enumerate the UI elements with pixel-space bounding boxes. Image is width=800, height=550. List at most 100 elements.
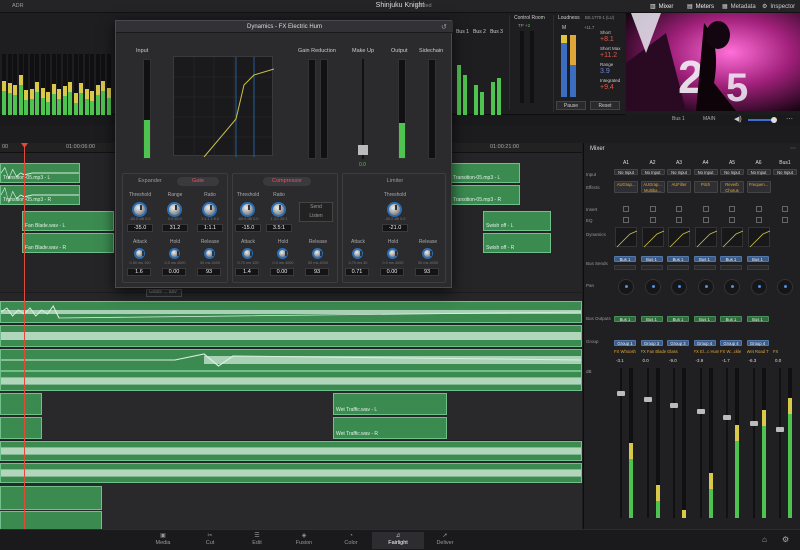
channel-group[interactable]: Group 4 — [693, 340, 716, 346]
clip-long-2[interactable] — [0, 325, 582, 347]
gate-attack-value[interactable]: 1.6 — [127, 268, 151, 276]
pause-button[interactable]: Pause — [556, 101, 586, 110]
limiter-threshold-value[interactable]: -21.0 — [382, 224, 408, 232]
expander-toggle[interactable]: Expander — [129, 177, 171, 186]
meters-tab[interactable]: ▤ Meters — [687, 2, 714, 11]
channel-dynamics-graph[interactable] — [721, 227, 744, 248]
limiter-release-knob[interactable] — [422, 248, 433, 259]
channel-bus-send[interactable]: Bus 1 — [614, 256, 636, 262]
page-fusion[interactable]: ◈ Fusion — [278, 532, 330, 549]
clip-transition-l[interactable]: Transition-05.mp3 - L — [0, 163, 80, 183]
channel-input-select[interactable]: No Input — [640, 169, 665, 175]
channel-insert-toggle[interactable] — [702, 206, 709, 212]
speaker-icon[interactable]: ◀) — [734, 115, 742, 123]
gate-threshold-value[interactable]: -35.0 — [127, 224, 153, 232]
metadata-tab[interactable]: ▦ Metadata — [722, 2, 756, 11]
gate-range-value[interactable]: 31.2 — [162, 224, 188, 232]
channel-bus-send-slot[interactable] — [667, 265, 689, 270]
channel-eq-toggle[interactable] — [676, 217, 682, 223]
comp-attack-knob[interactable] — [242, 248, 253, 259]
clip-wet-traffic-r[interactable]: Wet Traffic.wav - R — [333, 417, 447, 439]
channel-fader-track[interactable] — [699, 368, 702, 518]
channel-effects-slot[interactable]: AUGrap... Multiba... — [640, 181, 665, 193]
channel-fader-handle[interactable] — [696, 409, 705, 414]
gate-attack-knob[interactable] — [134, 248, 145, 259]
dynamics-window[interactable]: Dynamics - FX Electric Hum ↺ Input Gain … — [115, 20, 453, 288]
channel-bus-send-slot[interactable] — [614, 265, 636, 270]
channel-fader-handle[interactable] — [643, 397, 652, 402]
channel-fader-handle[interactable] — [617, 391, 625, 396]
limiter-threshold-knob[interactable] — [387, 202, 402, 217]
limiter-toggle[interactable]: Limiter — [374, 177, 416, 186]
channel-fader-handle[interactable] — [776, 427, 784, 432]
channel-input-select[interactable]: No Input — [720, 169, 744, 175]
limiter-release-value[interactable]: 93 — [415, 268, 439, 276]
reset-button[interactable]: Reset — [590, 101, 620, 110]
channel-bus-output[interactable]: Bus 1 — [667, 316, 689, 322]
channel-bus-output[interactable]: Bus 1 — [640, 316, 663, 322]
clip-glass[interactable]: Glass ... aav — [146, 289, 182, 297]
channel-effects-slot[interactable]: AUGrap... — [614, 181, 638, 193]
clip-bottom-1[interactable] — [0, 486, 102, 510]
channel-bus-output[interactable]: Bus 1 — [746, 316, 769, 322]
send-listen-button[interactable]: Send Listen — [299, 202, 333, 222]
channel-bus-output[interactable]: Bus 1 — [693, 316, 716, 322]
channel-group[interactable]: Group 3 — [640, 340, 663, 346]
channel-fader-track[interactable] — [646, 368, 649, 518]
channel-effects-slot[interactable]: Reverb Chorus — [720, 181, 744, 193]
channel-eq-toggle[interactable] — [729, 217, 735, 223]
channel-input-select[interactable]: No Input — [746, 169, 771, 175]
channel-bus-send[interactable]: Bus 1 — [746, 256, 769, 262]
page-edit[interactable]: ☰ Edit — [231, 532, 283, 549]
gate-hold-value[interactable]: 0.00 — [162, 268, 186, 276]
clip-transition-2-l[interactable]: Transition-05.mp3 - L — [450, 163, 520, 183]
comp-ratio-value[interactable]: 3.5:1 — [266, 224, 292, 232]
page-color[interactable]: ◔ Color — [325, 532, 377, 549]
page-fairlight[interactable]: ♫ Fairlight — [372, 532, 424, 549]
gate-release-value[interactable]: 93 — [197, 268, 221, 276]
channel-dynamics-graph[interactable] — [615, 227, 638, 248]
channel-fader-handle[interactable] — [749, 421, 758, 426]
gate-threshold-knob[interactable] — [132, 202, 147, 217]
channel-input-select[interactable]: No Input — [693, 169, 718, 175]
channel-bus-output[interactable]: Bus 1 — [720, 316, 742, 322]
comp-hold-value[interactable]: 0.00 — [270, 268, 294, 276]
channel-bus-output[interactable]: Bus 1 — [614, 316, 636, 322]
channel-group[interactable]: Group 1 — [614, 340, 636, 346]
transfer-curve-graph[interactable] — [173, 56, 275, 158]
clip-transition-2-r[interactable]: Transition-05.mp3 - R — [450, 185, 520, 205]
limiter-hold-value[interactable]: 0.00 — [380, 268, 404, 276]
inspector-tab[interactable]: ⚙ Inspector — [762, 2, 795, 11]
compressor-toggle[interactable]: Compressor — [263, 177, 311, 186]
mixer-tab[interactable]: ▥ Mixer — [650, 2, 673, 11]
more-icon[interactable]: ⋯ — [786, 115, 793, 123]
gate-release-knob[interactable] — [204, 248, 215, 259]
channel-bus-send[interactable]: Bus 1 — [693, 256, 716, 262]
channel-dynamics-graph[interactable] — [668, 227, 691, 248]
video-viewer[interactable]: 2 5 — [626, 13, 800, 111]
channel-dynamics-graph[interactable] — [747, 227, 770, 248]
playhead[interactable] — [24, 145, 25, 535]
clip-short-r[interactable] — [0, 417, 42, 439]
channel-input-select[interactable]: No Input — [667, 169, 691, 175]
gate-hold-knob[interactable] — [169, 248, 180, 259]
clip-transition-r[interactable]: Transition-05.mp3 - R — [0, 185, 80, 205]
gate-range-knob[interactable] — [167, 202, 182, 217]
comp-hold-knob[interactable] — [277, 248, 288, 259]
makeup-fader-handle[interactable] — [358, 145, 368, 155]
channel-group[interactable]: Group 4 — [720, 340, 742, 346]
channel-group[interactable]: Group 3 — [667, 340, 689, 346]
limiter-attack-knob[interactable] — [352, 248, 363, 259]
bus-select[interactable]: Bus 1 — [672, 116, 685, 122]
page-media[interactable]: ▣ Media — [137, 532, 189, 549]
channel-eq-toggle[interactable] — [649, 217, 656, 223]
clip-fan-blade-l[interactable]: Fan Blade.wav - L — [22, 211, 114, 231]
clip-fan-blade-r[interactable]: Fan Blade.wav - R — [22, 233, 114, 253]
clip-swish-l[interactable]: Swish off - L — [483, 211, 551, 231]
channel-bus-send-slot[interactable] — [693, 265, 716, 270]
channel-insert-toggle[interactable] — [729, 206, 735, 212]
comp-attack-value[interactable]: 1.4 — [235, 268, 259, 276]
comp-release-value[interactable]: 93 — [305, 268, 329, 276]
gate-toggle[interactable]: Gate — [177, 177, 219, 186]
channel-fader-track[interactable] — [726, 368, 728, 518]
